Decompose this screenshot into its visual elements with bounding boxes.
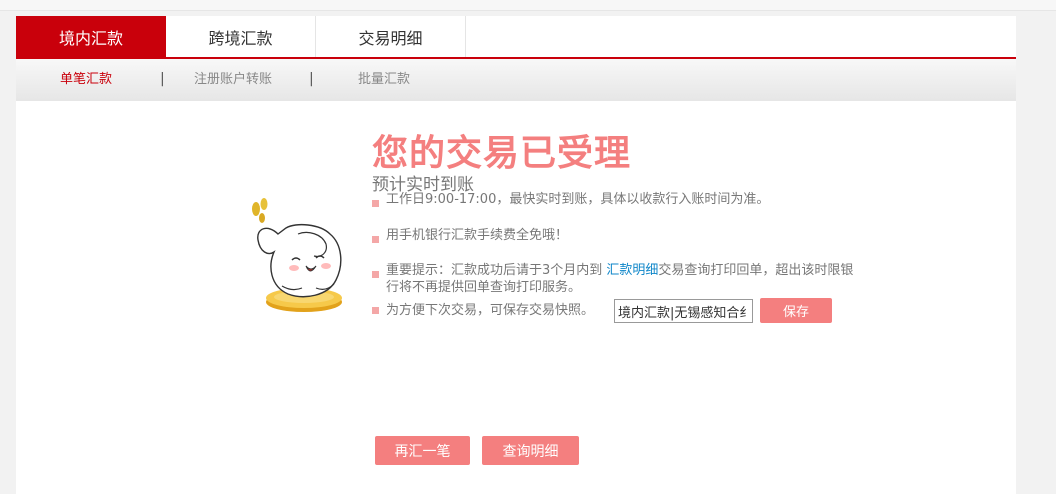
tip-line2: 行将不再提供回单查询打印服务。 xyxy=(386,280,582,295)
save-snapshot-button[interactable]: 保存 xyxy=(760,298,832,323)
subnav-registered-account-transfer[interactable]: 注册账户转账 xyxy=(194,59,272,101)
subnav-batch-transfer[interactable]: 批量汇款 xyxy=(358,59,410,101)
bullet-icon xyxy=(372,271,379,278)
snapshot-name-input[interactable] xyxy=(614,299,753,323)
snapshot-label: 为方便下次交易，可保存交易快照。 xyxy=(386,303,595,318)
right-margin xyxy=(1016,16,1056,494)
note-important-tip: 重要提示：汇款成功后请于3个月内到 汇款明细交易查询打印回单，超出该时限银 行将… xyxy=(386,262,853,296)
sub-navigation: 单笔汇款 | 注册账户转账 | 批量汇款 xyxy=(16,59,1016,101)
note-fee-free: 用手机银行汇款手续费全免哦！ xyxy=(386,228,569,243)
bullet-icon xyxy=(372,200,379,207)
top-strip xyxy=(0,0,1056,11)
tab-domestic-transfer[interactable]: 境内汇款 xyxy=(16,16,166,57)
subnav-single-transfer[interactable]: 单笔汇款 xyxy=(60,59,112,101)
query-details-button[interactable]: 查询明细 xyxy=(482,436,579,465)
transfer-again-button[interactable]: 再汇一笔 xyxy=(375,436,470,465)
tip-prefix: 重要提示：汇款成功后请于3个月内到 xyxy=(386,263,607,278)
result-title: 您的交易已受理 xyxy=(372,133,632,174)
tab-cross-border-transfer[interactable]: 跨境汇款 xyxy=(166,16,316,57)
note-arrival-time: 工作日9:00-17:00，最快实时到账，具体以收款行入账时间为准。 xyxy=(386,192,770,207)
subnav-separator: | xyxy=(160,71,165,87)
main-tabs: 境内汇款 跨境汇款 交易明细 xyxy=(16,16,1016,59)
tab-transaction-details[interactable]: 交易明细 xyxy=(316,16,466,57)
tip-suffix: 交易查询打印回单，超出该时限银 xyxy=(658,263,854,278)
bullet-icon xyxy=(372,307,379,314)
bullet-icon xyxy=(372,236,379,243)
subnav-separator: | xyxy=(309,71,314,87)
transfer-details-link[interactable]: 汇款明细 xyxy=(606,263,658,278)
transfer-result-panel: 境内汇款 跨境汇款 交易明细 单笔汇款 | 注册账户转账 | 批量汇款 您的交易… xyxy=(16,16,1016,494)
elephant-mascot-icon xyxy=(252,198,342,312)
